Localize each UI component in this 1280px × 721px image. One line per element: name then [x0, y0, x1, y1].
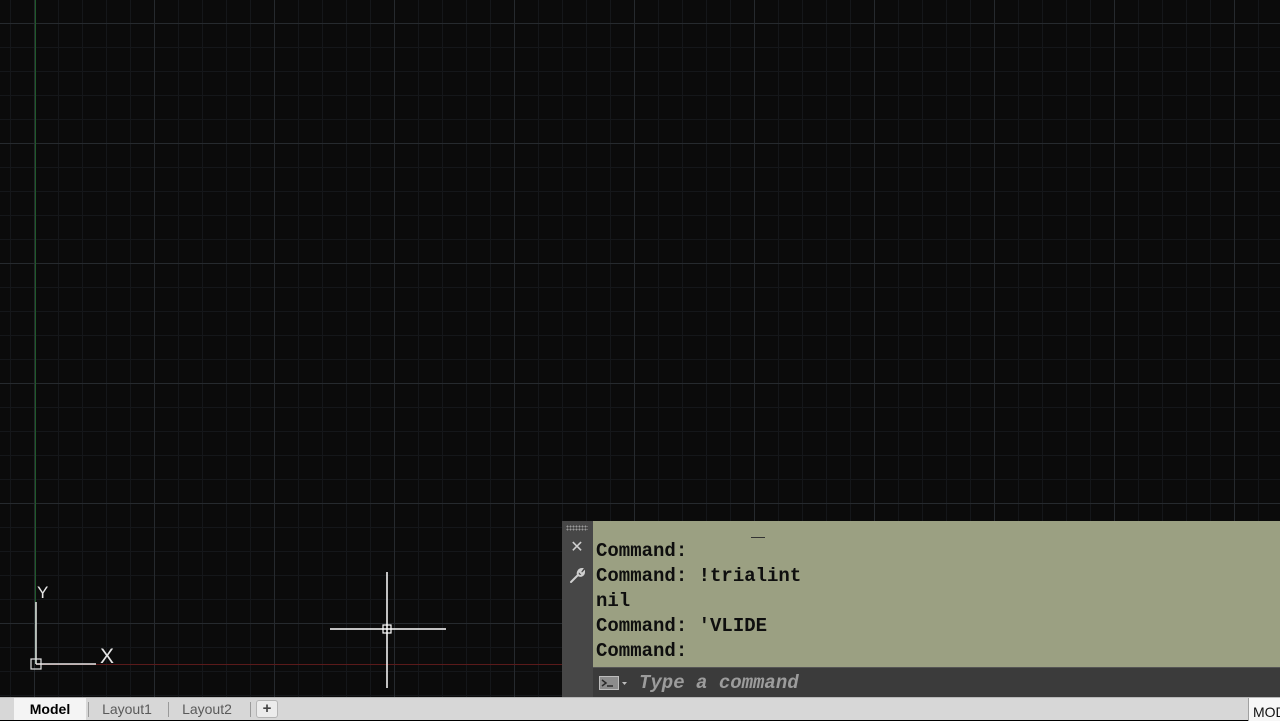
ucs-y-label: Y	[37, 583, 48, 602]
command-history-line: Command:	[596, 540, 688, 562]
crosshair-cursor	[330, 572, 446, 688]
model-space-toggle[interactable]: MODEL	[1248, 698, 1280, 721]
layout-tab-bar: Model Layout1 Layout2 + MODEL	[0, 697, 1280, 721]
tab-layout2[interactable]: Layout2	[170, 698, 244, 720]
drag-grip-icon[interactable]	[566, 525, 588, 531]
command-history: Command: Command: !trialint nil Command:…	[593, 521, 1280, 667]
wrench-icon[interactable]	[568, 567, 586, 585]
text-cursor-mark	[751, 537, 765, 538]
tab-divider	[88, 702, 89, 717]
command-input[interactable]	[639, 670, 1239, 696]
command-history-line: Command: !trialint	[596, 565, 802, 587]
command-history-line: nil	[596, 590, 631, 612]
close-icon[interactable]: ✕	[569, 540, 585, 556]
tab-divider	[168, 702, 169, 717]
command-history-line: Command:	[596, 640, 688, 662]
tab-layout1[interactable]: Layout1	[90, 698, 164, 720]
tab-model[interactable]: Model	[14, 698, 86, 720]
command-history-line: Command: 'VLIDE	[596, 615, 768, 637]
command-prompt-icon[interactable]	[599, 676, 629, 690]
command-window-sidebar: ✕	[562, 521, 594, 697]
ucs-x-label: X	[100, 645, 114, 668]
command-window[interactable]: ✕ Command: Command: !trialint nil Comman…	[562, 521, 1280, 698]
ucs-icon: Y X	[30, 583, 114, 670]
add-layout-button[interactable]: +	[256, 700, 278, 718]
y-axis-line	[35, 0, 36, 664]
tab-divider	[250, 702, 251, 717]
command-input-bar[interactable]	[593, 667, 1280, 698]
